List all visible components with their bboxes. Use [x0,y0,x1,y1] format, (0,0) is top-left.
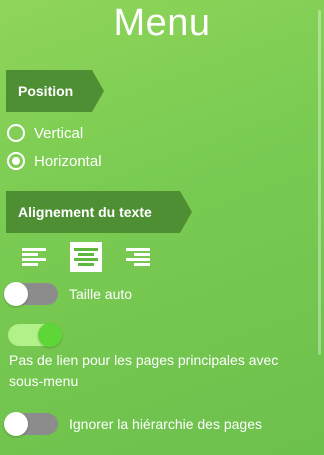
radio-vertical-circle[interactable] [7,124,25,142]
menu-settings-panel: Menu Position Vertical Horizontal Aligne… [0,0,324,455]
toggle-knob [4,412,28,436]
no-link-parent-toggle[interactable] [8,323,62,347]
toggle-knob [38,323,62,347]
radio-horizontal-circle[interactable] [7,152,25,170]
no-link-parent-label: Pas de lien pour les pages principales a… [9,352,279,389]
radio-horizontal[interactable]: Horizontal [7,152,102,170]
auto-size-label: Taille auto [69,286,133,302]
ignore-hierarchy-toggle[interactable] [4,412,58,436]
align-center-button[interactable] [70,242,102,272]
position-section-header: Position [6,70,104,112]
ignore-hierarchy-label: Ignorer la hiérarchie des pages [69,416,263,432]
align-center-icon [74,248,98,266]
align-left-button[interactable] [18,242,50,272]
align-right-icon [126,248,150,266]
toggle-knob [4,282,28,306]
alignment-header-label: Alignement du texte [18,204,152,220]
radio-vertical-label: Vertical [34,124,84,142]
align-right-button[interactable] [122,242,154,272]
auto-size-toggle[interactable] [4,282,58,306]
radio-vertical[interactable]: Vertical [7,124,83,142]
alignment-options [18,242,174,272]
radio-horizontal-label: Horizontal [34,152,102,170]
scrollbar[interactable] [318,10,321,355]
alignment-section-header: Alignement du texte [6,191,192,233]
panel-title: Menu [113,2,211,44]
position-header-label: Position [18,83,74,99]
align-left-icon [22,248,46,266]
